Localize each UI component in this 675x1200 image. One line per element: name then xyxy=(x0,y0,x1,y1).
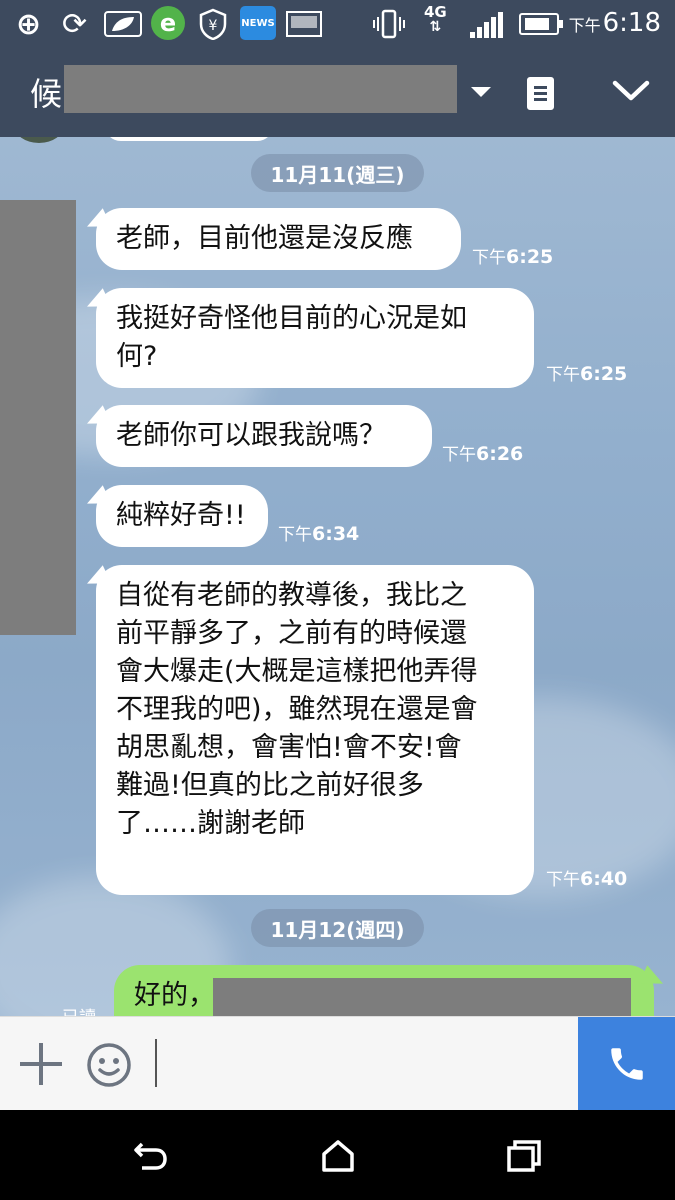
message-bubble[interactable]: 我挺好奇怪他目前的心況是如 何? xyxy=(96,288,534,388)
browser-e-icon: e xyxy=(151,6,185,40)
signal-icon xyxy=(470,12,504,38)
avatar[interactable] xyxy=(14,137,64,143)
shield-icon: ¥ xyxy=(198,8,228,40)
clock-time: 6:18 xyxy=(602,8,661,38)
message-input-bar xyxy=(0,1016,675,1111)
redacted-avatar-block xyxy=(0,200,76,635)
plus-icon[interactable] xyxy=(20,1043,62,1085)
leaf-icon xyxy=(104,8,142,40)
time-value: 6:25 xyxy=(506,246,554,268)
call-button[interactable] xyxy=(578,1017,675,1111)
collapse-chevron-icon[interactable] xyxy=(612,75,650,105)
news-icon: NEWS xyxy=(240,6,276,40)
emoji-icon[interactable] xyxy=(86,1042,132,1088)
time-ampm: 下午 xyxy=(442,445,476,465)
clock: 下午 6:18 xyxy=(569,8,661,38)
message-time: 下午6:25 xyxy=(546,360,627,385)
message-text: 老師，目前他還是沒反應 xyxy=(116,223,413,254)
message-bubble[interactable]: 老師你可以跟我說嗎？ xyxy=(96,405,432,467)
time-ampm: 下午 xyxy=(546,365,580,385)
time-value: 6:26 xyxy=(476,443,524,465)
message-time: 下午6:40 xyxy=(546,865,627,890)
message-text: 自從有老師的教導後，我比之 前平靜多了，之前有的時候還 會大爆走(大概是這樣把他… xyxy=(116,580,478,839)
chat-area[interactable]: 11月11(週三) 老師，目前他還是沒反應 下午6:25 我挺好奇怪他目前的心況… xyxy=(0,137,675,1016)
home-icon[interactable] xyxy=(319,1138,357,1174)
text-cursor xyxy=(155,1039,157,1087)
message-bubble-partial xyxy=(104,137,274,141)
message-time: 下午6:34 xyxy=(278,520,359,545)
message-bubble[interactable]: 自從有老師的教導後，我比之 前平靜多了，之前有的時候還 會大爆走(大概是這樣把他… xyxy=(96,565,534,895)
message-text: 純粹好奇!! xyxy=(116,500,246,531)
time-value: 6:25 xyxy=(580,363,628,385)
message-time: 下午6:25 xyxy=(472,243,553,268)
vibrate-icon xyxy=(372,8,406,40)
image-icon xyxy=(286,8,322,40)
time-ampm: 下午 xyxy=(278,525,312,545)
svg-text:¥: ¥ xyxy=(209,18,218,34)
redacted-name-block xyxy=(64,65,457,113)
date-separator: 11月11(週三) xyxy=(251,154,424,192)
message-time: 下午6:26 xyxy=(442,440,523,465)
note-icon[interactable] xyxy=(527,77,554,110)
time-ampm: 下午 xyxy=(546,870,580,890)
add-icon: ⊕ xyxy=(16,6,42,42)
clock-ampm: 下午 xyxy=(568,16,601,35)
time-value: 6:40 xyxy=(580,868,628,890)
system-nav-bar xyxy=(0,1110,675,1200)
message-bubble[interactable]: 純粹好奇!! xyxy=(96,485,268,547)
time-value: 6:34 xyxy=(312,523,360,545)
message-text: 我挺好奇怪他目前的心況是如 何? xyxy=(116,303,467,372)
recents-icon[interactable] xyxy=(505,1138,543,1174)
chat-header: 候 xyxy=(0,47,675,137)
data-arrows-icon: ⇅ xyxy=(429,19,442,35)
news-label: NEWS xyxy=(241,17,275,29)
contact-name[interactable]: 候 xyxy=(30,69,62,115)
back-icon[interactable] xyxy=(132,1138,170,1174)
status-bar: ⊕ ⟳ e ¥ NEWS 4G ⇅ 下午 6:18 xyxy=(0,0,675,47)
network-type: 4G ⇅ xyxy=(424,4,447,36)
network-label: 4G xyxy=(424,3,447,21)
phone-icon xyxy=(610,1048,643,1080)
sync-icon: ⟳ xyxy=(62,6,88,42)
date-separator: 11月12(週四) xyxy=(251,909,424,947)
battery-icon xyxy=(519,13,563,35)
time-ampm: 下午 xyxy=(472,248,506,268)
chevron-down-icon[interactable] xyxy=(471,87,491,97)
read-receipt: 已讀 xyxy=(62,1003,96,1016)
message-input[interactable] xyxy=(162,1035,562,1091)
message-bubble[interactable]: 老師，目前他還是沒反應 xyxy=(96,208,461,270)
message-text: 老師你可以跟我說嗎？ xyxy=(116,420,386,451)
redacted-text-block xyxy=(213,978,631,1016)
